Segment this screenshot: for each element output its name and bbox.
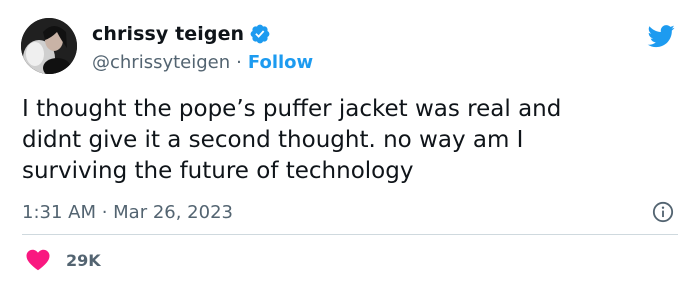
info-icon[interactable]: [652, 201, 674, 223]
twitter-bird-icon[interactable]: [644, 22, 678, 50]
tweet-text: I thought the pope’s puffer jacket was r…: [22, 96, 562, 184]
avatar-image: [21, 18, 77, 74]
author-handle-row: @chrissyteigen · Follow: [92, 50, 313, 74]
like-count: 29K: [66, 250, 101, 270]
author-name-row: chrissy teigen: [92, 22, 271, 46]
author-display-name[interactable]: chrissy teigen: [92, 23, 244, 45]
tweet-timestamp[interactable]: 1:31 AM · Mar 26, 2023: [22, 200, 233, 224]
avatar[interactable]: [21, 18, 77, 74]
like-action[interactable]: 29K: [26, 249, 101, 271]
divider: [22, 234, 678, 235]
separator-dot: ·: [236, 51, 242, 73]
verified-badge-icon: [249, 23, 271, 45]
follow-button[interactable]: Follow: [248, 52, 313, 73]
author-handle[interactable]: @chrissyteigen: [92, 52, 230, 73]
heart-icon[interactable]: [26, 249, 50, 271]
